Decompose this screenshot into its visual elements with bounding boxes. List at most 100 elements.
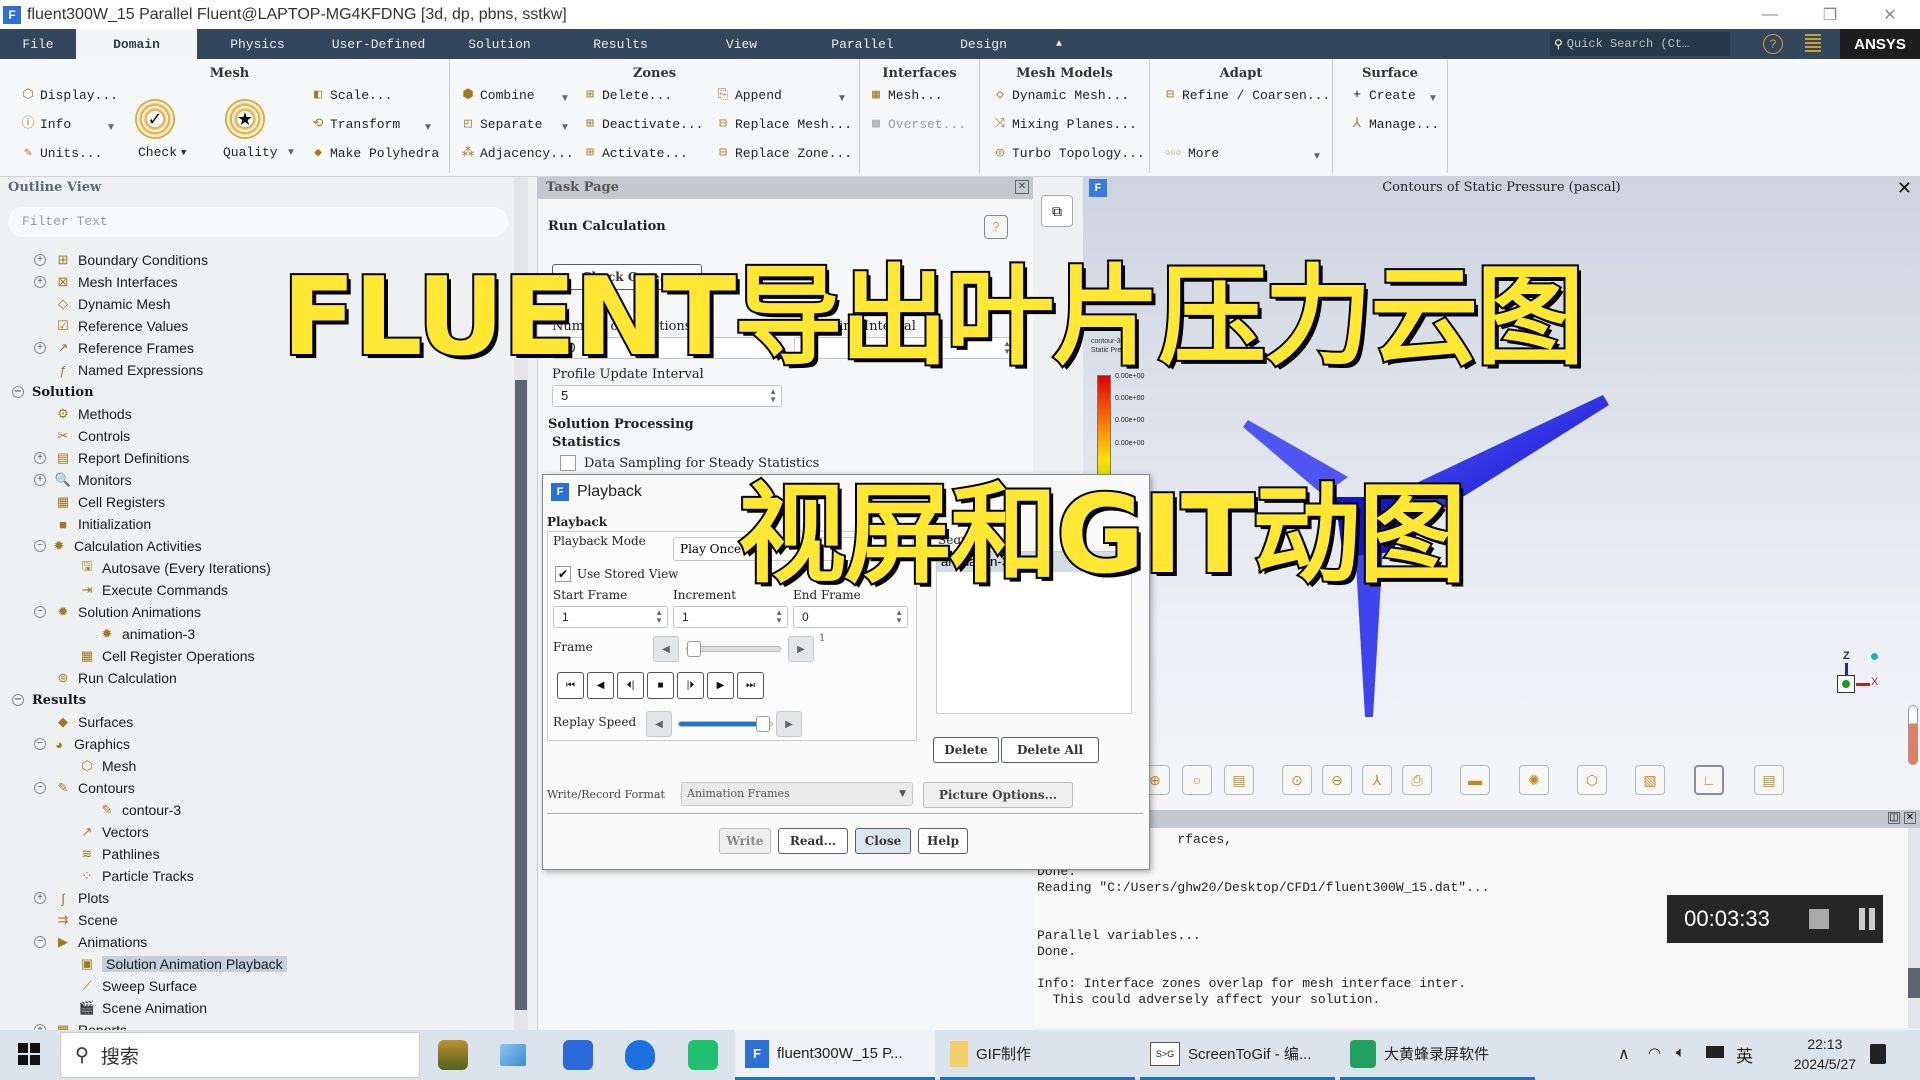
tree-node[interactable]: ▦ Cell Registers — [34, 491, 165, 513]
adjacency-button[interactable]: ⁂ Adjacency... — [460, 145, 574, 161]
more-button[interactable]: ○○○ More — [1162, 145, 1219, 161]
tree-node[interactable]: ✹ animation-3 — [82, 623, 196, 645]
interfaces-mesh-button[interactable]: ▦ Mesh... — [868, 87, 943, 103]
spinner-icon[interactable]: ▲ ▼ — [655, 609, 663, 625]
speed-increase-button[interactable]: ▶ — [776, 711, 802, 737]
profile-update-input[interactable]: 5 ▲ ▼ — [552, 385, 782, 407]
replace-mesh-button[interactable]: ⊟ Replace Mesh... — [715, 116, 852, 132]
deactivate-button[interactable]: ⊞ Deactivate... — [582, 116, 703, 132]
make-polyhedra-button[interactable]: ◆ Make Polyhedra — [310, 145, 439, 161]
units-button[interactable]: ✎ Units... — [20, 145, 102, 161]
delete-button[interactable]: Delete — [933, 737, 999, 763]
tree-node[interactable]: − Results — [12, 689, 86, 711]
check-button[interactable]: Check ▼ — [138, 145, 186, 160]
cube-icon[interactable]: ⬡ — [1577, 765, 1607, 795]
expand-icon[interactable]: + — [34, 254, 46, 266]
collapse-icon[interactable]: − — [12, 694, 24, 706]
replay-speed-thumb[interactable] — [755, 716, 770, 732]
tab-file[interactable]: File — [0, 29, 76, 59]
tree-node[interactable]: ◆ Surfaces — [34, 711, 133, 733]
tree-node[interactable]: ◇ Dynamic Mesh — [34, 293, 171, 315]
increment-input[interactable]: 1 ▲ ▼ — [673, 606, 788, 628]
collapse-icon[interactable]: − — [34, 738, 46, 750]
tree-node[interactable]: 🎬 Scene Animation — [58, 997, 207, 1019]
taskbar-search-input[interactable]: ⚲ 搜索 — [60, 1032, 420, 1078]
computer-icon[interactable] — [500, 1044, 526, 1066]
tab-user-defined[interactable]: User-Defined — [318, 29, 439, 59]
help-button[interactable]: Help — [918, 828, 968, 854]
collapse-icon[interactable]: − — [34, 936, 46, 948]
tree-node[interactable]: + ↗ Reference Frames — [34, 337, 194, 359]
taskbar-app-screentogif[interactable]: S>G ScreenToGif - 编... — [1140, 1030, 1335, 1080]
tab-results[interactable]: Results — [560, 29, 681, 59]
play-button[interactable]: ▶ — [707, 672, 734, 699]
quality-icon[interactable]: ★ — [225, 99, 265, 139]
scale-button[interactable]: ◧ Scale... — [310, 87, 392, 103]
spinner-icon[interactable]: ▲ ▼ — [775, 609, 783, 625]
write-format-select[interactable]: Animation Frames ▼ — [681, 782, 913, 806]
taskbar-app-recorder[interactable]: 大黄蜂录屏软件 — [1340, 1030, 1535, 1080]
console-scrollbar[interactable] — [1908, 828, 1920, 1028]
skip-to-start-button[interactable]: ⏮ — [557, 672, 584, 699]
quality-dropdown-icon[interactable]: ▼ — [286, 147, 296, 158]
tree-node[interactable]: + ⊠ Mesh Interfaces — [34, 271, 178, 293]
write-button[interactable]: Write — [719, 828, 771, 854]
tree-node[interactable]: ▦ Cell Register Operations — [58, 645, 255, 667]
windows-start-icon[interactable] — [18, 1043, 40, 1065]
tab-physics[interactable]: Physics — [197, 29, 318, 59]
close-window-button[interactable]: ✕ — [1860, 0, 1920, 29]
feishu-app-icon[interactable] — [563, 1040, 593, 1070]
expand-icon[interactable]: + — [34, 452, 46, 464]
expand-icon[interactable]: + — [34, 474, 46, 486]
console-float-icon[interactable]: ◫ — [1888, 812, 1900, 824]
system-clock[interactable]: 22:13 2024/5/27 — [1794, 1034, 1856, 1074]
tree-node[interactable]: ⚙ Methods — [34, 403, 132, 425]
stop-button[interactable]: ■ — [647, 672, 674, 699]
tab-parallel[interactable]: Parallel — [802, 29, 923, 59]
tab-domain[interactable]: Domain — [76, 29, 197, 59]
turbo-topology-button[interactable]: ◎ Turbo Topology... — [992, 145, 1145, 161]
tab-design[interactable]: Design — [923, 29, 1044, 59]
export-icon[interactable]: ⎙ — [1402, 765, 1432, 795]
collapse-icon[interactable]: − — [34, 782, 46, 794]
dynamic-mesh-button[interactable]: ◇ Dynamic Mesh... — [992, 87, 1129, 103]
security-app-icon[interactable] — [625, 1040, 655, 1070]
expand-icon[interactable]: + — [34, 276, 46, 288]
tray-chevron-icon[interactable]: ∧ — [1618, 1044, 1630, 1064]
tree-node[interactable]: − ✹ Solution Animations — [34, 601, 201, 623]
combine-dropdown-icon[interactable]: ▼ — [560, 93, 570, 104]
lights-icon[interactable]: ✺ — [1519, 765, 1549, 795]
box-view-icon[interactable]: ▧ — [1635, 765, 1665, 795]
transform-button[interactable]: ⟲ Transform — [310, 116, 401, 132]
step-back-button[interactable]: ◀ — [587, 672, 614, 699]
tree-node[interactable]: ✎ contour-3 — [82, 799, 182, 821]
zoom-back-icon[interactable]: ⊖ — [1322, 765, 1352, 795]
delete-all-button[interactable]: Delete All — [1001, 737, 1099, 763]
tree-node[interactable]: − Solution — [12, 381, 94, 403]
notification-icon[interactable] — [1870, 1044, 1886, 1064]
mixing-planes-button[interactable]: ⤨ Mixing Planes... — [992, 116, 1137, 132]
create-dropdown-icon[interactable]: ▼ — [1428, 93, 1438, 104]
tree-node[interactable]: ⁘ Particle Tracks — [58, 865, 194, 887]
tree-node[interactable]: ⬡ Mesh — [58, 755, 136, 777]
expand-icon[interactable]: + — [34, 342, 46, 354]
collapse-icon[interactable]: − — [34, 606, 46, 618]
copy-window-icon[interactable]: ⧉ — [1041, 195, 1073, 227]
collapse-icon[interactable]: − — [12, 386, 24, 398]
create-surface-button[interactable]: + Create — [1349, 87, 1416, 103]
volume-icon[interactable]: 🔈︎ — [1676, 1044, 1685, 1061]
frame-next-button[interactable]: ▶ — [788, 636, 814, 662]
append-button[interactable]: ⎘ Append — [715, 87, 782, 103]
zoom-region-icon[interactable]: ▤ — [1224, 765, 1254, 795]
quality-button[interactable]: Quality — [223, 145, 278, 160]
collapse-icon[interactable]: − — [34, 540, 46, 552]
end-frame-input[interactable]: 0 ▲ ▼ — [793, 606, 908, 628]
layout-icon[interactable] — [1805, 34, 1821, 54]
tab-view[interactable]: View — [681, 29, 802, 59]
zoom-fit-icon[interactable]: ○ — [1182, 765, 1212, 795]
picture-options-button[interactable]: Picture Options... — [923, 782, 1073, 808]
more-dropdown-icon[interactable]: ▼ — [1312, 151, 1322, 162]
task-page-close-icon[interactable]: ✕ — [1015, 180, 1029, 194]
delete-zone-button[interactable]: ⊞ Delete... — [582, 87, 672, 103]
green-app-icon[interactable] — [688, 1040, 718, 1070]
